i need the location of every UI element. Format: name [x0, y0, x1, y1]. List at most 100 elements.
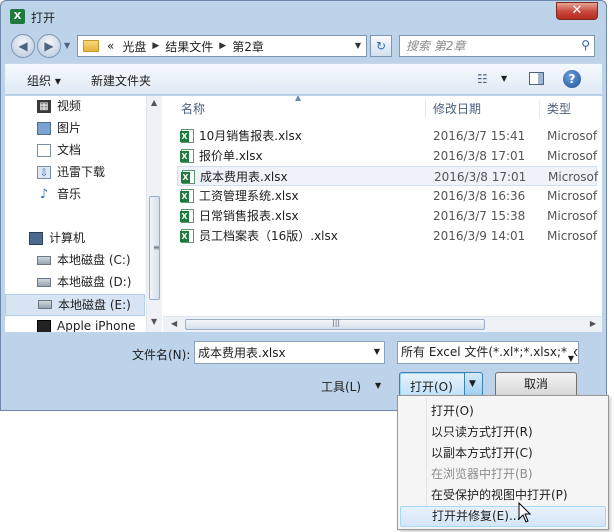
file-row[interactable]: 报价单.xlsx 2016/3/8 17:01 Microsof [177, 146, 597, 166]
title-bar[interactable]: X 打开 ✕ [1, 1, 606, 31]
menu-item-open[interactable]: 打开(O) [400, 401, 606, 422]
back-button[interactable]: ◀ [11, 34, 35, 58]
chevron-right-icon[interactable]: ▶ [217, 41, 228, 51]
chevron-down-icon[interactable]: ▼ [375, 381, 381, 390]
excel-file-icon [180, 149, 194, 163]
file-date: 2016/3/8 17:01 [434, 170, 527, 184]
file-name: 员工档案表（16版）.xlsx [199, 229, 338, 243]
forward-button[interactable]: ▶ [37, 34, 61, 58]
navigation-bar: ◀ ▶ ▼ « 光盘 ▶ 结果文件 ▶ 第2章 ▼ ↻ ⚲ [1, 31, 606, 61]
chevron-down-icon[interactable]: ▼ [374, 347, 380, 356]
file-date: 2016/3/7 15:41 [433, 129, 526, 143]
column-header-date[interactable]: 修改日期 [433, 96, 481, 122]
scroll-up-icon[interactable]: ▲ [151, 98, 157, 107]
folder-icon [83, 40, 99, 52]
sidebar-item-label: 本地磁盘 (D:) [57, 275, 132, 289]
sidebar-item-computer[interactable]: 计算机 [5, 228, 145, 250]
column-header-type[interactable]: 类型 [547, 96, 571, 122]
file-row-selected[interactable]: 成本费用表.xlsx 2016/3/8 17:01 Microsof [177, 166, 598, 186]
column-divider[interactable] [425, 100, 426, 118]
file-date: 2016/3/8 16:36 [433, 189, 526, 203]
help-icon[interactable]: ? [563, 70, 581, 88]
file-row[interactable]: 10月销售报表.xlsx 2016/3/7 15:41 Microsof [177, 126, 597, 146]
recent-pages-chevron-icon[interactable]: ▼ [64, 41, 70, 50]
chevron-down-icon: ▼ [469, 379, 476, 389]
file-name: 10月销售报表.xlsx [199, 129, 302, 143]
open-split-button[interactable]: 打开(O) ▼ [399, 372, 483, 397]
excel-file-icon [181, 170, 195, 184]
computer-icon [29, 232, 43, 245]
scrollbar-thumb[interactable]: ≡ [149, 196, 160, 300]
open-options-dropdown[interactable]: ▼ [465, 373, 482, 396]
open-options-menu: 打开(O) 以只读方式打开(R) 以副本方式打开(C) 在浏览器中打开(B) 在… [397, 395, 609, 530]
file-type: Microsof [547, 149, 598, 163]
sidebar-item-label: 迅雷下载 [57, 165, 106, 179]
tools-button[interactable]: 工具(L) [321, 378, 361, 395]
breadcrumb-overflow[interactable]: « [103, 39, 118, 53]
filename-label: 文件名(N): [132, 348, 191, 362]
file-type-filter[interactable]: 所有 Excel 文件(*.xl*;*.xlsx;*.xl ▼ [397, 341, 579, 364]
menu-item-open-protected-view[interactable]: 在受保护的视图中打开(P) [400, 485, 606, 506]
file-name: 工资管理系统.xlsx [199, 189, 299, 203]
chevron-right-icon[interactable]: ▶ [150, 41, 161, 51]
sidebar-item-drive-c[interactable]: 本地磁盘 (C:) [5, 250, 145, 272]
sidebar-item-iphone[interactable]: Apple iPhone [5, 316, 145, 332]
chevron-down-icon[interactable]: ▼ [567, 348, 574, 363]
search-box[interactable]: ⚲ [399, 35, 595, 57]
excel-file-icon [180, 229, 194, 243]
search-icon[interactable]: ⚲ [581, 38, 590, 52]
file-name: 日常销售报表.xlsx [199, 209, 299, 223]
sidebar-item-documents[interactable]: 文档 [5, 140, 145, 162]
file-date: 2016/3/9 14:01 [433, 229, 526, 243]
file-type: Microsof [547, 129, 598, 143]
organize-button[interactable]: 组织 ▾ [27, 72, 61, 89]
address-bar[interactable]: « 光盘 ▶ 结果文件 ▶ 第2章 ▼ [77, 35, 367, 57]
filename-combobox[interactable]: ▼ [194, 341, 385, 364]
column-divider[interactable] [539, 100, 540, 118]
scroll-down-icon[interactable]: ▼ [151, 317, 157, 326]
refresh-button[interactable]: ↻ [370, 35, 392, 57]
scrollbar-thumb[interactable]: ||| [185, 318, 485, 330]
menu-item-open-and-repair[interactable]: 打开并修复(E)... [400, 506, 606, 527]
breadcrumb-item[interactable]: 光盘 [118, 38, 150, 55]
breadcrumb-item[interactable]: 第2章 [228, 38, 268, 55]
drive-icon [37, 256, 51, 265]
filename-input[interactable] [198, 342, 366, 363]
open-button[interactable]: 打开(O) [410, 378, 453, 395]
file-row[interactable]: 员工档案表（16版）.xlsx 2016/3/9 14:01 Microsof [177, 226, 597, 246]
scroll-left-icon[interactable]: ◀ [171, 319, 177, 328]
sidebar-item-downloads[interactable]: ⇩ 迅雷下载 [5, 162, 145, 184]
sidebar-item-pictures[interactable]: 图片 [5, 118, 145, 140]
phone-icon [37, 320, 51, 332]
file-row[interactable]: 日常销售报表.xlsx 2016/3/7 15:38 Microsof [177, 206, 597, 226]
drive-icon [37, 278, 51, 287]
sidebar-item-music[interactable]: ♪ 音乐 [5, 184, 145, 206]
browser-area: ▦ 视频 图片 文档 ⇩ 迅雷下载 ♪ 音乐 计算机 本地磁盘 (C:) 本地磁… [5, 96, 602, 332]
menu-item-open-read-only[interactable]: 以只读方式打开(R) [400, 422, 606, 443]
grip-icon: ≡ [153, 243, 160, 252]
horizontal-scrollbar[interactable]: ◀ ||| ▶ [163, 316, 602, 332]
scroll-right-icon[interactable]: ▶ [590, 319, 596, 328]
open-dialog: X 打开 ✕ ◀ ▶ ▼ « 光盘 ▶ 结果文件 ▶ 第2章 ▼ ↻ ⚲ 组织 … [0, 0, 607, 411]
close-button[interactable]: ✕ [556, 2, 598, 20]
cancel-button[interactable]: 取消 [495, 372, 577, 397]
file-row[interactable]: 工资管理系统.xlsx 2016/3/8 16:36 Microsof [177, 186, 597, 206]
sidebar-item-label: 音乐 [57, 187, 82, 201]
chevron-down-icon[interactable]: ▼ [501, 74, 507, 83]
new-folder-button[interactable]: 新建文件夹 [91, 72, 151, 89]
file-type: Microsof [547, 229, 598, 243]
file-type: Microsof [547, 209, 598, 223]
menu-item-open-as-copy[interactable]: 以副本方式打开(C) [400, 443, 606, 464]
search-input[interactable] [406, 36, 571, 56]
column-header-name[interactable]: 名称 [181, 96, 205, 122]
sidebar-item-drive-d[interactable]: 本地磁盘 (D:) [5, 272, 145, 294]
sidebar-item-label: 本地磁盘 (C:) [57, 253, 131, 267]
view-options-icon[interactable]: ☷ [477, 72, 488, 86]
breadcrumb-item[interactable]: 结果文件 [161, 38, 217, 55]
chevron-down-icon[interactable]: ▼ [350, 36, 366, 56]
navigation-pane: ▦ 视频 图片 文档 ⇩ 迅雷下载 ♪ 音乐 计算机 本地磁盘 (C:) 本地磁… [5, 96, 145, 332]
navigation-scrollbar[interactable]: ▲ ≡ ▼ [146, 96, 162, 332]
sidebar-item-videos[interactable]: ▦ 视频 [5, 96, 145, 118]
sidebar-item-drive-e[interactable]: 本地磁盘 (E:) [5, 294, 145, 316]
preview-pane-icon[interactable] [529, 72, 544, 85]
